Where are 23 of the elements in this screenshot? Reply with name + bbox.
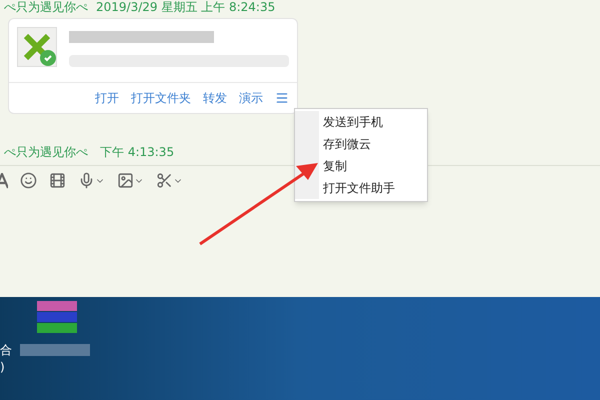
file-action-link[interactable]: 转发 bbox=[203, 89, 227, 107]
menu-item[interactable]: 打开文件助手 bbox=[319, 177, 425, 199]
video-icon[interactable] bbox=[49, 172, 66, 189]
file-action-link[interactable]: 演示 bbox=[239, 89, 263, 107]
sender-name: ぺ只为遇见你ぺ bbox=[4, 144, 88, 161]
emoji-icon[interactable] bbox=[20, 172, 37, 189]
icon-label: 合 bbox=[0, 342, 12, 359]
sender-name: ぺ只为遇见你ぺ bbox=[4, 0, 88, 14]
menu-item[interactable]: 存到微云 bbox=[319, 133, 425, 155]
menu-icon[interactable] bbox=[275, 91, 289, 105]
menu-item[interactable]: 复制 bbox=[319, 155, 425, 177]
blurred-icon-label bbox=[20, 344, 90, 356]
message-time: 2019/3/29 星期五 上午 8:24:35 bbox=[96, 0, 276, 14]
scissors-icon[interactable] bbox=[156, 172, 183, 189]
image-icon[interactable] bbox=[117, 172, 144, 189]
file-action-link[interactable]: 打开 bbox=[95, 89, 119, 107]
spreadsheet-file-icon bbox=[17, 27, 57, 67]
message-time: 下午 4:13:35 bbox=[100, 144, 174, 161]
menu-item[interactable]: 发送到手机 bbox=[319, 111, 425, 133]
file-action-link[interactable]: 打开文件夹 bbox=[131, 89, 191, 107]
microphone-icon[interactable] bbox=[78, 172, 105, 189]
archive-icon[interactable] bbox=[37, 301, 77, 333]
icon-label: ) bbox=[0, 359, 6, 376]
